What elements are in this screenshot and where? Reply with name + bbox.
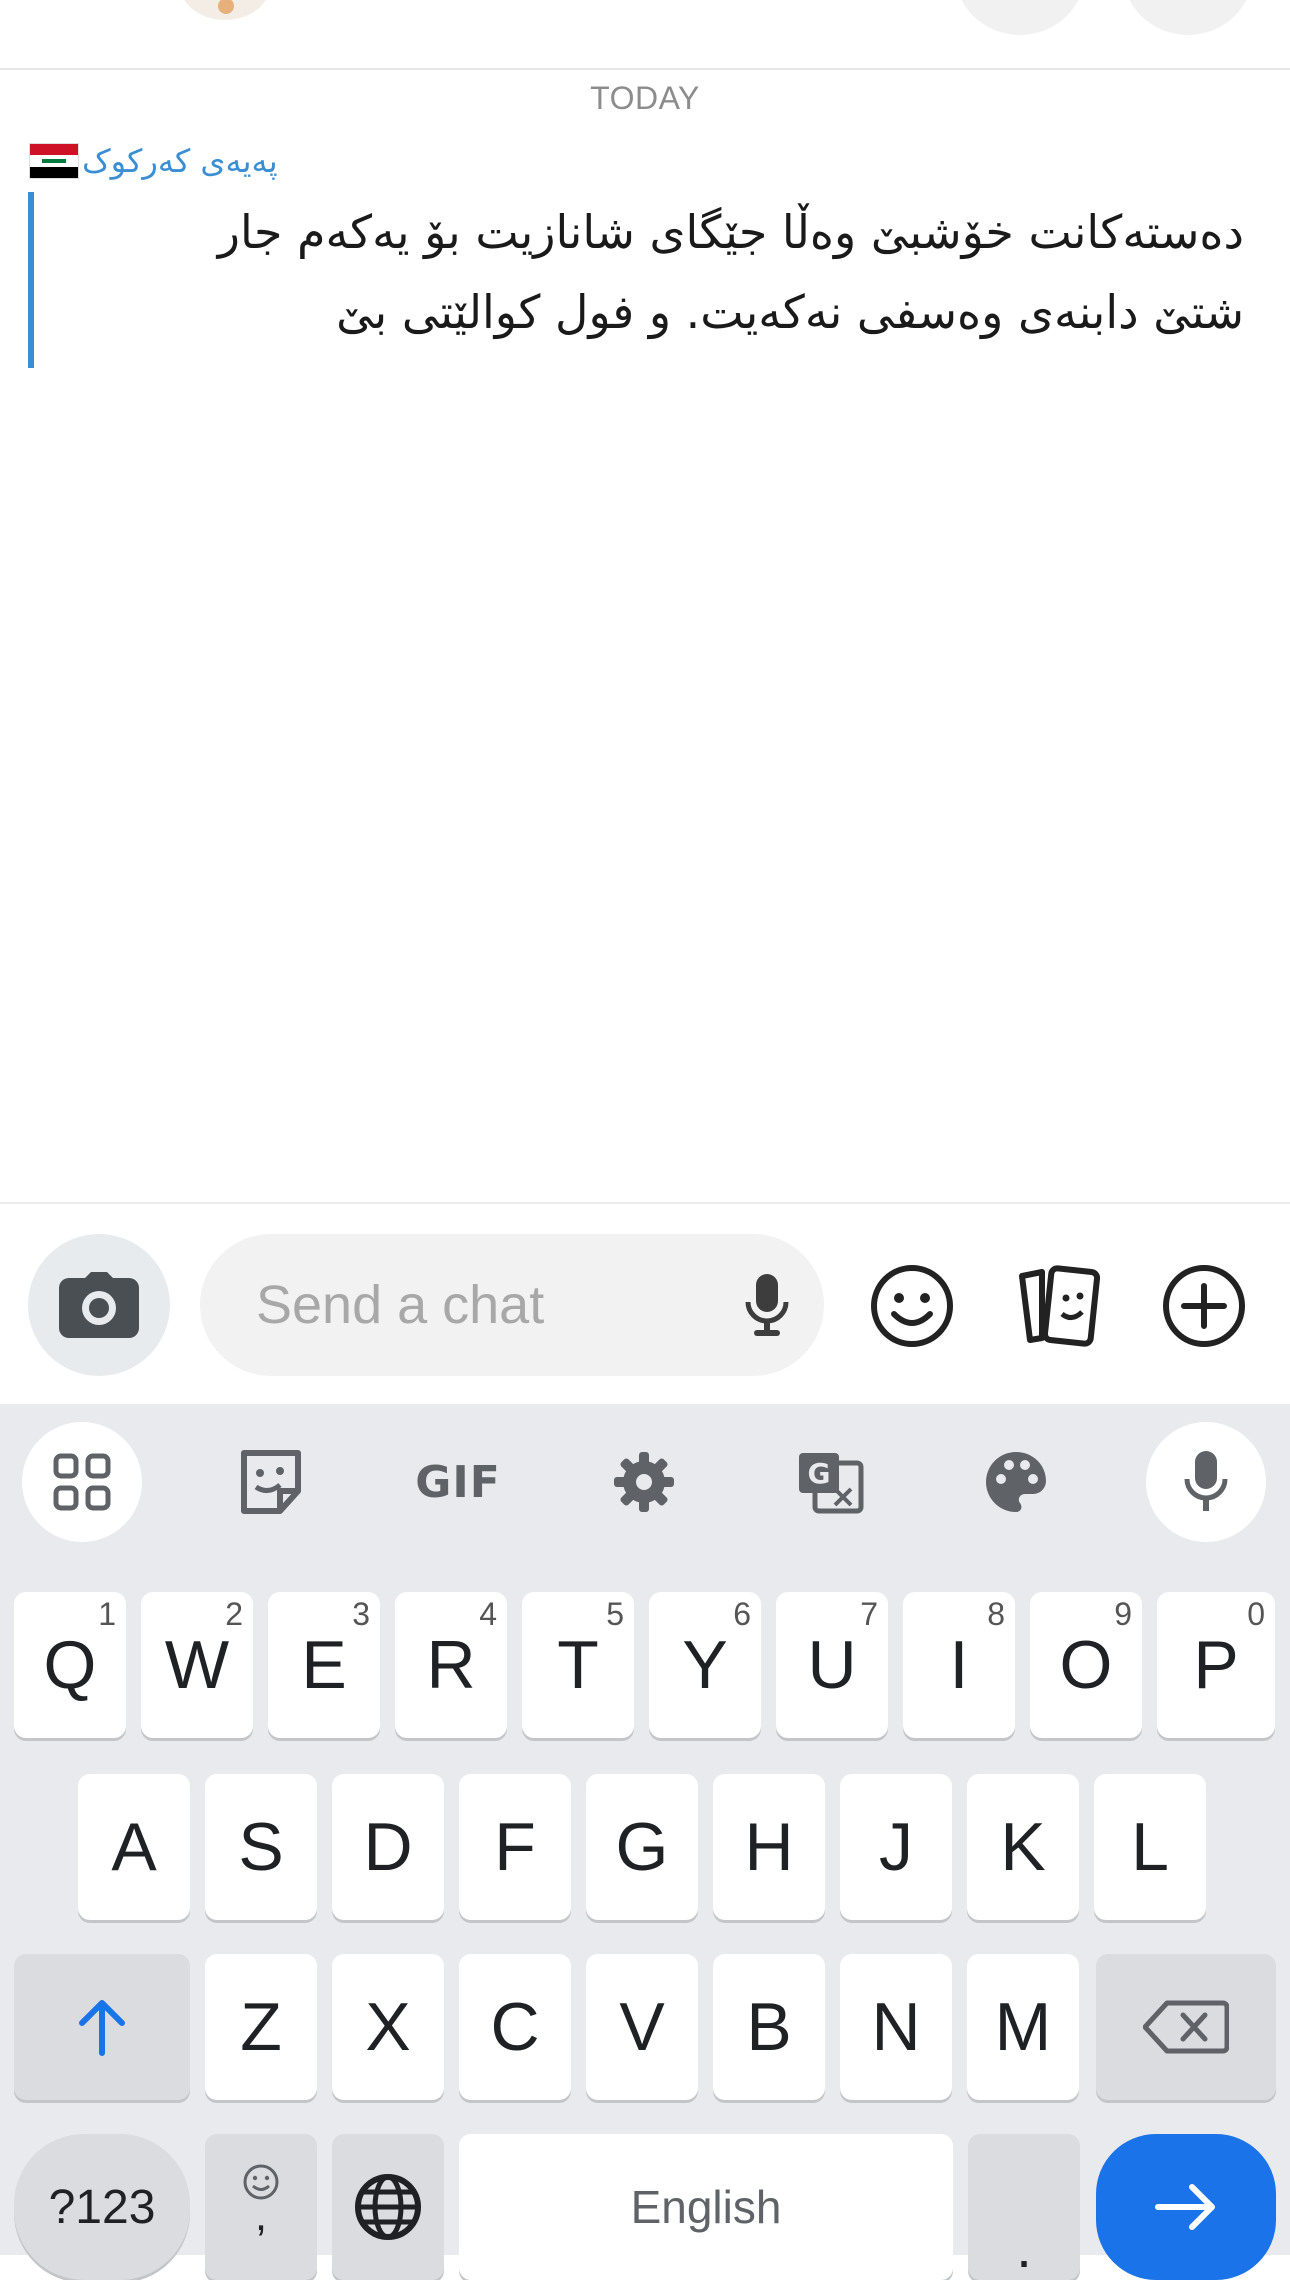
palette-icon [986, 1452, 1046, 1512]
key-b[interactable]: B [713, 1954, 825, 2100]
sticker-icon [241, 1450, 301, 1514]
globe-icon [355, 2174, 421, 2240]
key-t[interactable]: T5 [522, 1592, 634, 1738]
key-v[interactable]: V [586, 1954, 698, 2100]
key-q[interactable]: Q1 [14, 1592, 126, 1738]
video-call-button[interactable] [1123, 0, 1253, 35]
gif-label: GIF [415, 1456, 501, 1508]
settings-button[interactable] [588, 1426, 700, 1538]
key-g[interactable]: G [586, 1774, 698, 1920]
key-i[interactable]: I8 [903, 1592, 1015, 1738]
chat-message[interactable]: دەستەکانت خۆشبێ وەڵا جێگای شانازیت بۆ یە… [28, 192, 1274, 368]
translate-icon: G [799, 1453, 864, 1514]
enter-key[interactable] [1096, 2134, 1276, 2280]
plus-icon [1163, 1265, 1245, 1347]
microphone-icon [1184, 1451, 1228, 1511]
key-y[interactable]: Y6 [649, 1592, 761, 1738]
language-key[interactable] [332, 2134, 444, 2280]
sender-name: پەیەی کەرکوک [82, 142, 278, 180]
space-key[interactable]: English [459, 2134, 953, 2280]
message-text: دەستەکانت خۆشبێ وەڵا جێگای شانازیت بۆ یە… [84, 192, 1244, 352]
key-j[interactable]: J [840, 1774, 952, 1920]
friend-avatar[interactable] [180, 0, 270, 20]
theme-button[interactable] [960, 1426, 1072, 1538]
backspace-key[interactable] [1096, 1954, 1276, 2100]
comma-label: , [254, 2191, 268, 2240]
translate-button[interactable]: G [774, 1426, 886, 1538]
key-s[interactable]: S [205, 1774, 317, 1920]
key-r[interactable]: R4 [395, 1592, 507, 1738]
date-separator: TODAY [590, 80, 700, 116]
camera-icon [59, 1272, 139, 1338]
key-u[interactable]: U7 [776, 1592, 888, 1738]
emoji-button[interactable] [864, 1258, 960, 1354]
shift-key[interactable] [14, 1954, 190, 2100]
gif-button[interactable]: GIF [402, 1426, 514, 1538]
chat-input[interactable]: Send a chat [200, 1234, 824, 1376]
backspace-icon [1143, 2000, 1229, 2054]
key-o[interactable]: O9 [1030, 1592, 1142, 1738]
stickers-button[interactable] [1010, 1258, 1106, 1354]
settings-icon [614, 1452, 674, 1512]
svg-text:G: G [808, 1457, 831, 1490]
keyboard: GIF G Q 1 W 2 E 3 R 4 T 5 Y 6 U 7 I 8 O … [0, 1404, 1290, 2280]
shift-arrow-icon [79, 2000, 125, 2056]
microphone-icon[interactable] [744, 1272, 790, 1342]
key-m[interactable]: M [967, 1954, 1079, 2100]
key-f[interactable]: F [459, 1774, 571, 1920]
call-button[interactable] [955, 0, 1085, 35]
message-line: دەستەکانت خۆشبێ وەڵا جێگای شانازیت بۆ یە… [217, 205, 1244, 259]
sticker-button[interactable] [215, 1426, 327, 1538]
key-x[interactable]: X [332, 1954, 444, 2100]
key-n[interactable]: N [840, 1954, 952, 2100]
voice-typing-button[interactable] [1146, 1422, 1266, 1542]
apps-grid-icon [53, 1453, 111, 1511]
message-sender: پەیەی کەرکوک [30, 138, 278, 184]
chat-header [0, 0, 1290, 70]
key-a[interactable]: A [78, 1774, 190, 1920]
key-h[interactable]: H [713, 1774, 825, 1920]
emoji-icon [871, 1265, 953, 1347]
period-key[interactable]: . [968, 2134, 1080, 2280]
key-p[interactable]: P0 [1157, 1592, 1275, 1738]
apps-grid-button[interactable] [22, 1422, 142, 1542]
stickers-icon [1019, 1265, 1101, 1347]
key-k[interactable]: K [967, 1774, 1079, 1920]
key-w[interactable]: W2 [141, 1592, 253, 1738]
arrow-right-icon [1155, 2184, 1215, 2230]
chat-input-placeholder: Send a chat [256, 1275, 545, 1335]
more-button[interactable] [1156, 1258, 1252, 1354]
emoji-comma-key[interactable]: , [205, 2134, 317, 2280]
keyboard-toolbar: GIF G [0, 1404, 1290, 1560]
iraq-flag-icon [30, 144, 78, 178]
message-line: شتێ دابنەی وەسفی نەکەیت. و فول کوالێتی ب… [336, 285, 1244, 339]
key-e[interactable]: E3 [268, 1592, 380, 1738]
key-d[interactable]: D [332, 1774, 444, 1920]
camera-button[interactable] [28, 1234, 170, 1376]
divider [0, 1202, 1290, 1204]
key-l[interactable]: L [1094, 1774, 1206, 1920]
key-c[interactable]: C [459, 1954, 571, 2100]
key-z[interactable]: Z [205, 1954, 317, 2100]
symbols-key[interactable]: ?123 [14, 2134, 190, 2280]
